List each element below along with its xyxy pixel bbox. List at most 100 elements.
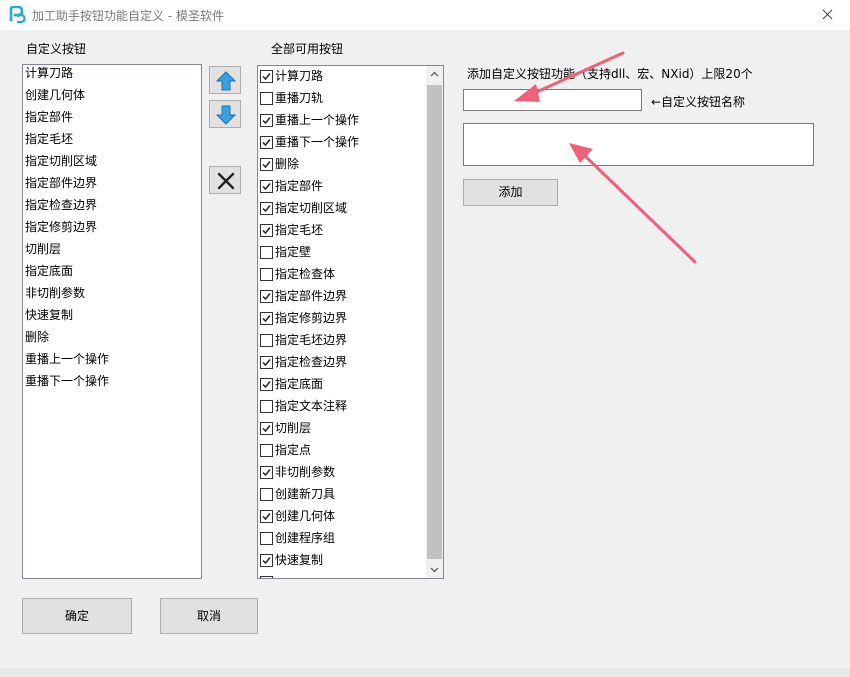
checklist-item[interactable]: 创建新刀具 (258, 484, 443, 506)
checklist-item[interactable]: 切削层 (258, 418, 443, 440)
close-button[interactable] (804, 0, 850, 30)
checklist-item[interactable]: 指定部件 (258, 176, 443, 198)
checklist-item-label: 指定部件 (275, 179, 324, 193)
checklist-item[interactable]: 指定修剪边界 (258, 308, 443, 330)
checklist-item-label: 指定毛坯 (275, 223, 324, 237)
checklist-item-label: 切削层 (275, 421, 312, 435)
checklist-item[interactable]: 指定底面 (258, 374, 443, 396)
checklist-item[interactable]: 删除 (258, 154, 443, 176)
checklist-item[interactable]: 指定毛坯边界 (258, 330, 443, 352)
checkbox[interactable] (260, 114, 273, 127)
checklist-item-label: 指定检查体 (275, 267, 336, 281)
all-buttons-label: 全部可用按钮 (271, 42, 344, 56)
checkbox[interactable] (260, 246, 273, 259)
checkbox[interactable] (260, 268, 273, 281)
checklist-item-label: 指定切削区域 (275, 201, 348, 215)
arrow-down-icon (215, 105, 237, 125)
scroll-down-button[interactable] (426, 561, 443, 578)
ok-button[interactable]: 确定 (22, 598, 132, 634)
list-item[interactable]: 指定修剪边界 (23, 219, 201, 241)
checkbox[interactable] (260, 378, 273, 391)
chevron-down-icon (430, 567, 439, 573)
checklist-item[interactable]: 计算刀路 (258, 66, 443, 88)
checklist-item[interactable]: 指定点 (258, 440, 443, 462)
checkbox[interactable] (260, 444, 273, 457)
list-item[interactable]: 快速复制 (23, 307, 201, 329)
custom-buttons-list[interactable]: 计算刀路 创建几何体 指定部件 指定毛坯 指定切削区域 指定部件边界 指定检查边界 指定修剪边… (22, 64, 202, 579)
checkbox[interactable] (260, 422, 273, 435)
checkbox[interactable] (260, 290, 273, 303)
checkbox[interactable] (260, 312, 273, 325)
checklist-item[interactable]: 重播上一个操作 (258, 110, 443, 132)
list-item[interactable]: 指定底面 (23, 263, 201, 285)
list-item[interactable]: 指定部件 (23, 109, 201, 131)
checklist-item-label: 非切削参数 (275, 465, 336, 479)
list-item[interactable]: 非切削参数 (23, 285, 201, 307)
available-buttons-checklist[interactable]: 计算刀路 重播刀轨 重播上一个操作 重播下一个操作 删除指定部件指定切削区域 指定毛坯指定… (257, 65, 444, 579)
vertical-scrollbar[interactable] (426, 66, 443, 578)
checkbox[interactable] (260, 158, 273, 171)
title-bar: 加工助手按钮功能自定义 - 模圣软件 (0, 0, 850, 30)
scrollbar-thumb[interactable] (427, 85, 442, 559)
checklist-item-label: 创建新刀具 (275, 487, 336, 501)
checklist-item[interactable]: 创建几何体 (258, 506, 443, 528)
checklist-item[interactable]: 指定壁 (258, 242, 443, 264)
button-name-hint: ←自定义按钮名称 (651, 95, 746, 109)
checklist-item-label: 创建几何体 (275, 509, 336, 523)
checkbox[interactable] (260, 554, 273, 567)
cancel-button[interactable]: 取消 (160, 598, 258, 634)
custom-buttons-label: 自定义按钮 (26, 42, 87, 56)
scroll-up-button[interactable] (426, 66, 443, 83)
checkbox[interactable] (260, 136, 273, 149)
checklist-item[interactable]: 创建程序组 (258, 528, 443, 550)
checkmark-icon (262, 205, 271, 213)
list-item[interactable]: 删除 (23, 329, 201, 351)
checklist-item[interactable]: 指定切削区域 (258, 198, 443, 220)
checklist-item[interactable]: 指定检查体 (258, 264, 443, 286)
checklist-item[interactable]: 指定毛坯 (258, 220, 443, 242)
checkbox[interactable] (260, 488, 273, 501)
button-function-input[interactable] (463, 123, 814, 166)
checkbox[interactable] (260, 224, 273, 237)
list-item[interactable]: 计算刀路 (23, 65, 201, 87)
checklist-item[interactable]: 重播下一个操作 (258, 132, 443, 154)
checkbox[interactable] (260, 466, 273, 479)
checkbox[interactable] (260, 202, 273, 215)
list-item[interactable]: 切削层 (23, 241, 201, 263)
list-item[interactable]: 指定部件边界 (23, 175, 201, 197)
checkbox[interactable] (260, 510, 273, 523)
checkbox[interactable] (260, 334, 273, 347)
checkbox[interactable] (260, 70, 273, 83)
list-item[interactable]: 重播上一个操作 (23, 351, 201, 373)
checkmark-icon (262, 73, 271, 81)
list-item[interactable]: 重播下一个操作 (23, 373, 201, 395)
background-window-strip (0, 668, 850, 677)
checkbox[interactable] (260, 356, 273, 369)
checkbox[interactable] (260, 576, 273, 578)
checklist-item[interactable] (258, 572, 443, 578)
checkmark-icon (262, 381, 271, 389)
checklist-item[interactable]: 非切削参数 (258, 462, 443, 484)
checklist-item-label: 指定部件边界 (275, 289, 348, 303)
move-down-button[interactable] (209, 100, 241, 128)
list-item[interactable]: 创建几何体 (23, 87, 201, 109)
checklist-item[interactable]: 重播刀轨 (258, 88, 443, 110)
list-item[interactable]: 指定检查边界 (23, 197, 201, 219)
checkbox[interactable] (260, 180, 273, 193)
add-button[interactable]: 添加 (463, 179, 558, 206)
move-up-button[interactable] (209, 66, 241, 94)
remove-button[interactable] (209, 166, 241, 194)
checkbox[interactable] (260, 532, 273, 545)
checkbox[interactable] (260, 400, 273, 413)
checklist-item-label: 指定修剪边界 (275, 311, 348, 325)
checkbox[interactable] (260, 92, 273, 105)
list-item[interactable]: 指定切削区域 (23, 153, 201, 175)
checkmark-icon (262, 183, 271, 191)
checklist-item[interactable]: 指定检查边界 (258, 352, 443, 374)
checkmark-icon (262, 293, 271, 301)
list-item[interactable]: 指定毛坯 (23, 131, 201, 153)
checklist-item[interactable]: 指定部件边界 (258, 286, 443, 308)
checklist-item[interactable]: 指定文本注释 (258, 396, 443, 418)
checklist-item[interactable]: 快速复制 (258, 550, 443, 572)
button-name-input[interactable] (463, 89, 642, 111)
